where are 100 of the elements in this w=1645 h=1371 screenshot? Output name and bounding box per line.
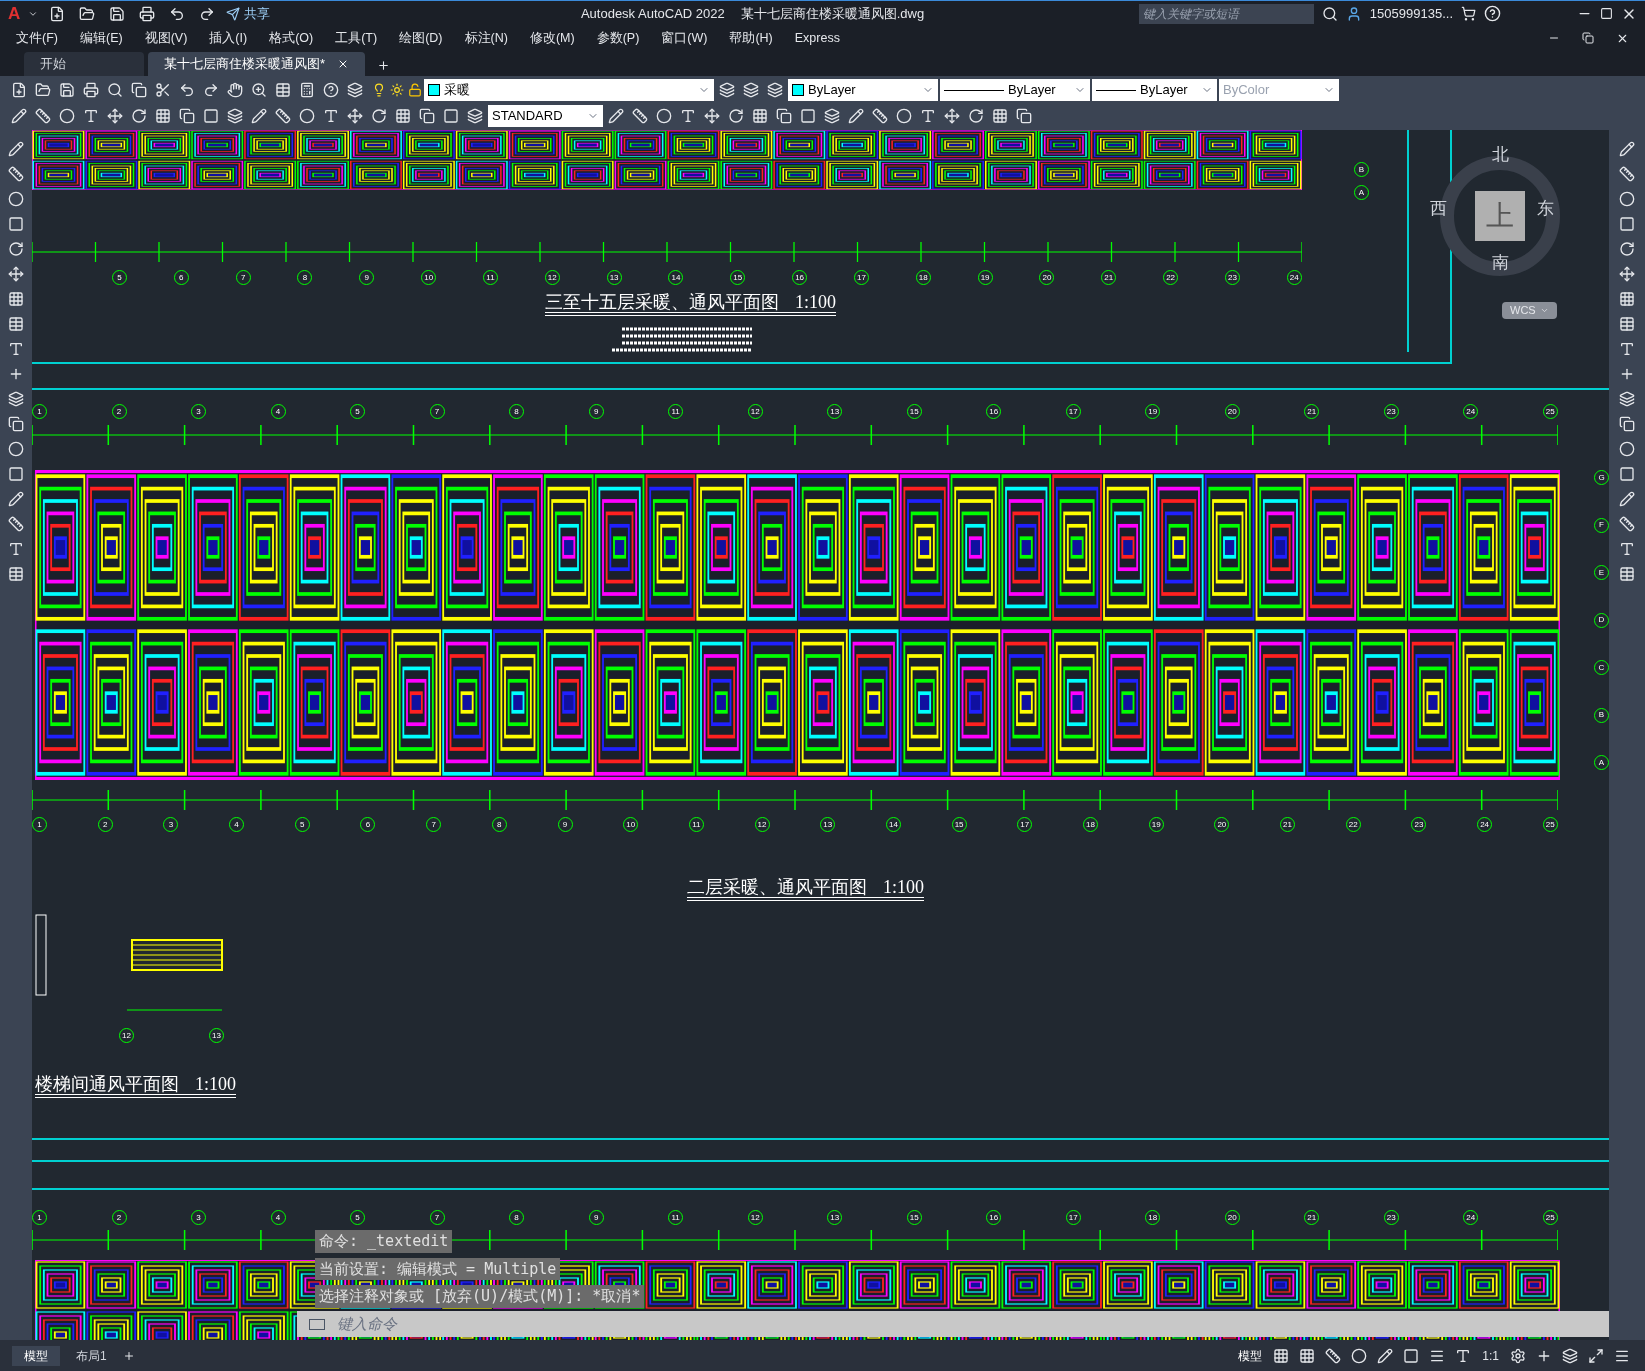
layer-dropdown[interactable]: 采暖 [424, 79, 714, 101]
axis-bubble: 2 [111, 1210, 127, 1225]
plan-scale: 1:100 [883, 878, 924, 896]
axis-bubble: 5 [112, 270, 127, 285]
axis-bubble: 10 [421, 270, 437, 285]
axis-bubble: 21 [1280, 817, 1296, 832]
axis-bubble: 13 [209, 1028, 224, 1043]
axis-bubble: 13 [827, 404, 843, 419]
app-menu-button[interactable]: A [8, 5, 21, 22]
axis-bubble: 18 [915, 270, 931, 285]
axis-bubble: 9 [557, 817, 573, 832]
menu-item[interactable]: 视图(V) [144, 28, 188, 48]
axis-bubble: 2 [111, 404, 127, 419]
axis-bubble: 3 [191, 404, 207, 419]
annotation-scale[interactable]: 1:1 [1478, 1346, 1503, 1365]
search-field[interactable]: 键入关键字或短语 [1138, 3, 1314, 24]
axis-bubble: 19 [977, 270, 993, 285]
axis-bubble: F [1594, 517, 1609, 533]
axis-bubble: 23 [1411, 817, 1427, 832]
linetype-dropdown[interactable]: ByLayer [940, 79, 1090, 101]
menu-item[interactable]: 文件(F) [16, 28, 58, 48]
menu-item[interactable]: 窗口(W) [661, 28, 708, 48]
restore-icon[interactable] [1582, 32, 1594, 44]
axis-bubble: B [1594, 707, 1609, 723]
axis-bubble: 12 [544, 270, 560, 285]
app-name: Autodesk AutoCAD 2022 [580, 4, 725, 23]
axis-bubble: 8 [491, 817, 507, 832]
layout-tab[interactable]: 模型 [12, 1345, 60, 1366]
axis-bubble: 9 [588, 1210, 604, 1225]
axis-bubble: 7 [429, 404, 445, 419]
axis-bubble: 1 [32, 404, 47, 419]
axis-bubble: 15 [951, 817, 967, 832]
axis-bubble: 4 [270, 1210, 286, 1225]
axis-bubble: 9 [359, 270, 375, 285]
menu-item[interactable]: Express [794, 28, 840, 48]
layout-tab[interactable]: 布局1 [64, 1345, 119, 1366]
file-tab[interactable]: 某十七层商住楼采暖通风图* [148, 52, 366, 76]
axis-bubble: 5 [350, 404, 366, 419]
cart-icon[interactable] [1461, 6, 1476, 21]
user-account[interactable]: 1505999135... [1369, 3, 1453, 24]
axis-bubble: 12 [754, 817, 770, 832]
file-tab[interactable]: 开始 [24, 52, 144, 76]
share-button[interactable]: 共享 [226, 3, 271, 24]
axis-bubble: 15 [906, 1210, 922, 1225]
space-toggle[interactable]: 模型 [1234, 1346, 1267, 1365]
axis-bubble: 17 [853, 270, 869, 285]
axis-bubble: 18 [1083, 817, 1098, 832]
maximize-icon[interactable] [1600, 7, 1613, 20]
axis-bubble: 17 [1065, 404, 1081, 419]
axis-bubble: 5 [350, 1210, 366, 1225]
new-tab-icon[interactable] [377, 59, 391, 72]
menu-item[interactable]: 标注(N) [464, 28, 508, 48]
plan-title: 楼梯间通风平面图 [35, 1075, 179, 1093]
axis-bubble: B [1354, 162, 1369, 177]
send-icon [226, 6, 241, 21]
drawing-canvas[interactable] [32, 130, 1609, 1340]
command-input[interactable]: 键入命令 [337, 1311, 1609, 1337]
file-name: 某十七层商住楼采暖通风图.dwg [740, 4, 925, 23]
bulb-icon [372, 83, 386, 97]
menu-item[interactable]: 插入(I) [209, 28, 248, 48]
menu-item[interactable]: 工具(T) [335, 28, 378, 48]
plan-title: 二层采暖、通风平面图 [687, 878, 867, 896]
menu-item[interactable]: 参数(P) [596, 28, 640, 48]
axis-bubble: 21 [1304, 404, 1320, 419]
plan-title: 三至十五层采暖、通风平面图 [545, 293, 779, 311]
sun-icon [390, 83, 404, 97]
axis-bubble: 12 [747, 1210, 763, 1225]
menu-item[interactable]: 帮助(H) [729, 28, 773, 48]
axis-bubble: 13 [820, 817, 836, 832]
axis-bubble: 22 [1345, 817, 1361, 832]
menu-item[interactable]: 绘图(D) [399, 28, 443, 48]
axis-bubble: A [1354, 185, 1369, 200]
axis-bubble: 11 [668, 1210, 684, 1225]
axis-bubble: 6 [360, 817, 376, 832]
axis-bubble: 9 [588, 404, 604, 419]
menu-item[interactable]: 修改(M) [529, 28, 575, 48]
axis-bubble: 1 [32, 817, 47, 832]
new-layout-icon[interactable] [122, 1349, 135, 1362]
command-prompt-icon [309, 1318, 325, 1330]
axis-bubble: 23 [1224, 270, 1240, 285]
axis-bubble: 19 [1148, 817, 1164, 832]
color-dropdown[interactable]: ByLayer [788, 79, 938, 101]
axis-bubble: 24 [1463, 404, 1479, 419]
help-icon[interactable] [1484, 5, 1501, 22]
axis-bubble: 7 [235, 270, 251, 285]
axis-bubble: 4 [270, 404, 286, 419]
lineweight-dropdown[interactable]: ByLayer [1092, 79, 1217, 101]
menu-item[interactable]: 编辑(E) [79, 28, 123, 48]
compass-east: 东 [1537, 198, 1554, 220]
compass-west: 西 [1430, 198, 1447, 220]
axis-bubble: 21 [1101, 270, 1117, 285]
axis-bubble: 14 [668, 270, 684, 285]
axis-bubble: G [1594, 470, 1609, 485]
axis-bubble: 17 [1017, 817, 1033, 832]
axis-bubble: 8 [297, 270, 313, 285]
text-style-dropdown[interactable]: STANDARD [488, 105, 603, 127]
axis-bubble: 16 [792, 270, 808, 285]
menu-item[interactable]: 格式(O) [269, 28, 314, 48]
search-icon[interactable] [1321, 5, 1338, 22]
axis-bubble: 15 [906, 404, 922, 419]
